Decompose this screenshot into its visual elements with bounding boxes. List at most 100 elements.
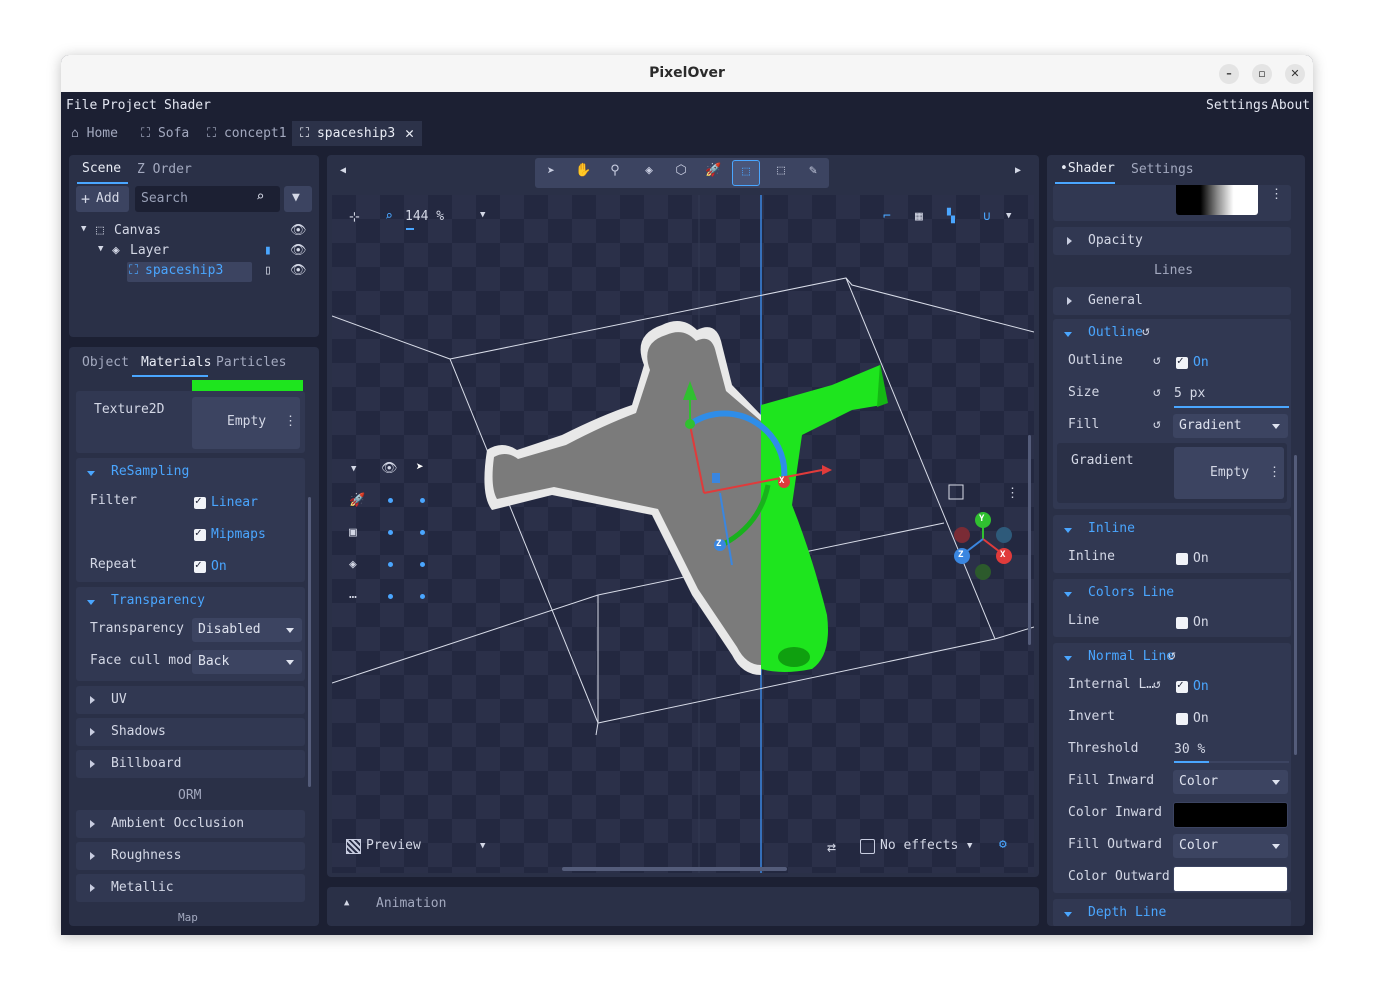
dot-indicator[interactable] — [388, 498, 393, 503]
lock-icon[interactable]: ▮ — [264, 243, 272, 258]
magnet-icon[interactable]: ∪ — [983, 209, 991, 224]
search-icon[interactable]: ⌕ — [256, 189, 264, 205]
fill-dropdown[interactable]: Gradient — [1173, 414, 1288, 438]
albedo-color-swatch[interactable] — [192, 380, 303, 391]
expand-animation-icon[interactable]: ▲ — [344, 898, 349, 908]
collapse-icon[interactable] — [1064, 912, 1072, 917]
texture-picker[interactable]: Empty ⋮ — [192, 397, 300, 449]
visibility-eye-icon[interactable]: 👁 — [290, 223, 307, 238]
section-general[interactable]: General — [1053, 287, 1291, 315]
pencil-tool-icon[interactable]: ✎ — [805, 163, 821, 178]
depth-line-title[interactable]: Depth Line — [1088, 905, 1166, 920]
particle-icon[interactable]: 🚀 — [349, 493, 365, 508]
close-tab-icon[interactable]: ✕ — [405, 121, 414, 146]
gradient-preview[interactable] — [1176, 185, 1258, 215]
colors-line-title[interactable]: Colors Line — [1088, 585, 1174, 600]
collapse-icon[interactable] — [1064, 332, 1072, 337]
scroll-left-icon[interactable]: ◀ — [340, 165, 346, 176]
threshold-track[interactable] — [1174, 761, 1289, 763]
no-effects-checkbox[interactable] — [860, 839, 875, 854]
invert-checkbox[interactable] — [1176, 713, 1188, 725]
fill-outward-dropdown[interactable]: Color — [1173, 834, 1288, 858]
transform-tool-icon[interactable]: ⬚ — [773, 163, 789, 178]
tree-sprite-selected[interactable]: ⛶ spaceship3 — [127, 262, 252, 282]
preview-dropdown-icon[interactable]: ▼ — [480, 841, 485, 851]
inline-checkbox[interactable] — [1176, 553, 1188, 565]
section-shadows[interactable]: Shadows — [76, 718, 305, 746]
visibility-eye-icon[interactable]: 👁 — [290, 263, 307, 278]
section-roughness[interactable]: Roughness — [76, 842, 305, 870]
section-uv[interactable]: UV — [76, 686, 305, 714]
line-checkbox[interactable] — [1176, 617, 1188, 629]
reset-icon[interactable]: ↺ — [1153, 677, 1161, 692]
collapse-canvas-icon[interactable]: ▼ — [81, 224, 86, 234]
menu-file[interactable]: File — [66, 98, 97, 113]
collapse-icon[interactable] — [1064, 528, 1072, 533]
axis-z-label[interactable]: Z — [958, 550, 963, 560]
dot-indicator[interactable] — [420, 498, 425, 503]
swap-icon[interactable]: ⇄ — [827, 838, 836, 856]
gradient-picker[interactable]: Empty ⋮ — [1174, 447, 1284, 499]
repeat-checkbox[interactable] — [194, 558, 206, 573]
select-tool-icon[interactable]: ➤ — [543, 164, 559, 179]
bone-tool-icon[interactable]: ⚲ — [607, 163, 623, 178]
size-value[interactable]: 5 px — [1174, 386, 1205, 401]
transparency-title[interactable]: Transparency — [111, 593, 205, 608]
viewport-vscrollbar[interactable] — [1028, 435, 1031, 645]
effects-dropdown-icon[interactable]: ▼ — [967, 841, 972, 851]
collapse-icon[interactable] — [1064, 656, 1072, 661]
checker-icon[interactable]: ▚ — [947, 209, 955, 224]
tab-sofa[interactable]: ⛶ Sofa — [141, 121, 189, 146]
settings-icon[interactable]: ⚙ — [999, 837, 1007, 852]
pan-tool-icon[interactable]: ✋ — [575, 163, 591, 178]
close-window-icon[interactable]: ✕ — [1285, 64, 1305, 84]
color-outward-swatch[interactable] — [1173, 866, 1288, 892]
section-billboard[interactable]: Billboard — [76, 750, 305, 778]
grid-icon[interactable]: ▦ — [915, 209, 923, 224]
dot-indicator[interactable] — [388, 530, 393, 535]
layers-icon[interactable]: ◈ — [349, 557, 357, 572]
tab-shader[interactable]: •Shader — [1060, 161, 1115, 176]
collapse-icon[interactable] — [87, 471, 95, 476]
resampling-title[interactable]: ReSampling — [111, 464, 189, 479]
size-slider[interactable] — [1174, 406, 1289, 408]
scroll-right-icon[interactable]: ▶ — [1015, 165, 1021, 176]
reset-icon[interactable]: ↺ — [1142, 324, 1150, 339]
section-opacity[interactable]: Opacity — [1053, 227, 1291, 255]
mipmaps-checkbox[interactable] — [194, 526, 206, 541]
fit-view-icon[interactable]: ⊹ — [349, 210, 360, 225]
snap-dropdown-icon[interactable]: ▼ — [1006, 211, 1011, 221]
layers-tool-icon[interactable]: ◈ — [641, 163, 657, 178]
dot-indicator[interactable] — [420, 562, 425, 567]
particle-tool-icon[interactable]: 🚀 — [705, 163, 721, 178]
dot-indicator[interactable] — [388, 562, 393, 567]
outline-title[interactable]: Outline — [1088, 325, 1143, 340]
transparency-dropdown[interactable]: Disabled — [192, 618, 302, 642]
reset-icon[interactable]: ↺ — [1153, 385, 1161, 400]
tab-spaceship3[interactable]: ⛶ spaceship3 ✕ — [292, 121, 422, 146]
tab-home[interactable]: ⌂ Home — [71, 121, 118, 146]
tab-concept1[interactable]: ⛶ concept1 — [207, 121, 287, 146]
3d-object-tool-active[interactable]: ⬚ — [732, 160, 760, 186]
dot-indicator[interactable] — [420, 530, 425, 535]
zoom-dropdown-icon[interactable]: ▼ — [480, 210, 485, 220]
fill-inward-dropdown[interactable]: Color — [1173, 770, 1288, 794]
add-button[interactable]: + Add — [76, 186, 129, 212]
tab-object[interactable]: Object — [82, 355, 129, 370]
more-icon[interactable]: … — [349, 587, 357, 602]
preview-label[interactable]: Preview — [366, 838, 421, 853]
dot-indicator[interactable] — [420, 594, 425, 599]
menu-shader[interactable]: Shader — [164, 98, 211, 113]
axis-y-label[interactable]: Y — [979, 514, 984, 524]
dot-indicator[interactable] — [388, 594, 393, 599]
more-options-icon[interactable]: ⋮ — [284, 414, 297, 429]
menu-project[interactable]: Project — [102, 98, 157, 113]
tab-particles[interactable]: Particles — [216, 355, 286, 370]
maximize-icon[interactable]: ▫ — [1252, 64, 1272, 84]
tree-layer[interactable]: Layer — [130, 243, 169, 258]
more-options-icon[interactable]: ⋮ — [1268, 465, 1281, 480]
threshold-value[interactable]: 30 % — [1174, 742, 1205, 757]
more-options-icon[interactable]: ⋮ — [1270, 187, 1283, 202]
properties-scrollbar[interactable] — [308, 497, 311, 787]
zoom-value[interactable]: 144 % — [405, 209, 444, 224]
